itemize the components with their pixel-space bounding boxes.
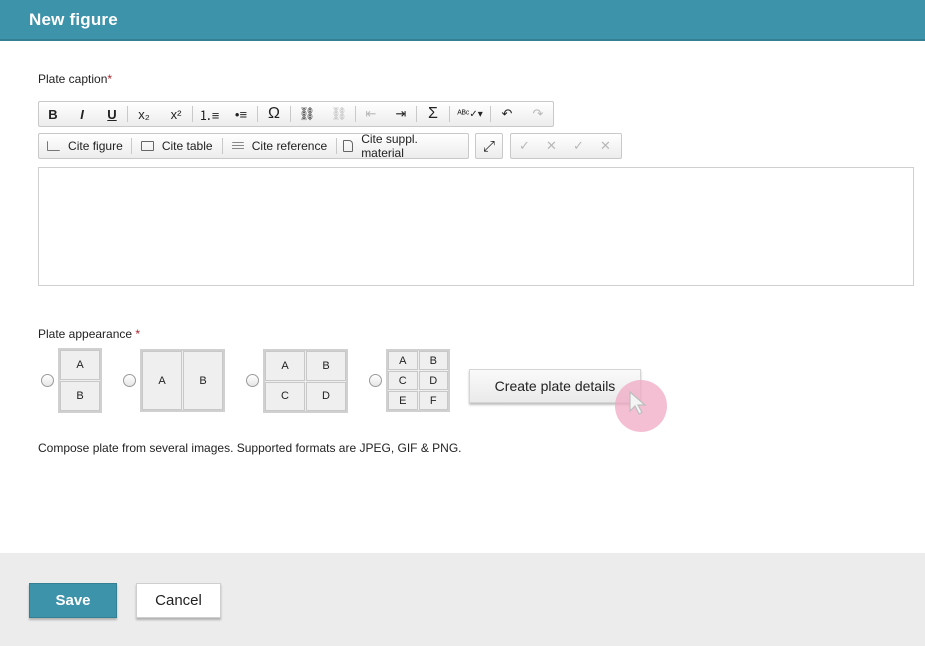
- undo-button[interactable]: ↶: [491, 102, 523, 126]
- reference-icon: [231, 142, 244, 150]
- layout-cell: A: [265, 351, 305, 381]
- spellcheck-button[interactable]: ᴬᴮᶜ✓▾: [450, 102, 490, 126]
- accept-change-button[interactable]: ✓: [511, 134, 538, 158]
- italic-icon: I: [80, 106, 84, 122]
- layout-cell: C: [388, 371, 418, 390]
- math-button[interactable]: Σ: [417, 102, 449, 126]
- dialog-title: New figure: [29, 10, 118, 29]
- cite-reference-button[interactable]: Cite reference: [223, 134, 337, 158]
- superscript-button[interactable]: x²: [160, 102, 192, 126]
- link-button[interactable]: ⛓: [291, 102, 323, 126]
- plate-caption-label: Plate caption*: [38, 72, 113, 86]
- save-button[interactable]: Save: [29, 583, 117, 618]
- chart-icon: [47, 141, 61, 151]
- layout-cell: B: [60, 381, 100, 411]
- layout-cell: A: [60, 350, 100, 380]
- numbered-list-button[interactable]: ⒈≡: [193, 102, 225, 126]
- layout-preview-3x2[interactable]: ABCDEF: [386, 349, 450, 412]
- cite-table-button[interactable]: Cite table: [132, 134, 222, 158]
- maximize-icon: ⤢: [482, 137, 495, 155]
- cite-figure-button[interactable]: Cite figure: [39, 134, 131, 158]
- document-icon: [343, 140, 354, 152]
- layout-cell: C: [265, 381, 305, 411]
- special-char-button[interactable]: Ω: [258, 102, 290, 126]
- layout-cell: A: [388, 351, 418, 370]
- formatting-toolbar: B I Ux₂ x² ⒈≡ •≡ Ω ⛓ ⛓ ⇤ ⇥ Σᴬᴮᶜ✓▾ ↶ ↷: [38, 101, 554, 127]
- layout-cell: D: [418, 371, 448, 390]
- bold-icon: B: [48, 106, 58, 122]
- layout-cell: B: [306, 351, 346, 381]
- accept-change-icon: ✓: [519, 138, 530, 153]
- reject-change-button[interactable]: ✕: [538, 134, 565, 158]
- layout-cell: D: [306, 381, 346, 411]
- layout-radio-4[interactable]: [369, 374, 382, 387]
- reject-change-icon: ✕: [546, 138, 557, 153]
- layout-cell: B: [418, 351, 448, 370]
- dialog-header: New figure: [0, 0, 925, 41]
- track-changes-toolbar: ✓ ✕ ✓ ✕: [510, 133, 622, 159]
- required-mark: *: [135, 327, 141, 341]
- caption-editor[interactable]: [38, 167, 914, 286]
- undo-icon: ↶: [501, 106, 513, 121]
- cite-toolbar: Cite figure Cite table Cite reference Ci…: [38, 132, 469, 160]
- mouse-cursor-icon: [629, 390, 647, 415]
- layout-cell: F: [418, 391, 448, 410]
- indent-icon: ⇥: [395, 106, 407, 121]
- spellcheck-icon: ᴬᴮᶜ✓▾: [457, 108, 483, 120]
- indent-button[interactable]: ⇥: [386, 102, 416, 126]
- plate-hint-text: Compose plate from several images. Suppo…: [38, 441, 462, 455]
- layout-preview-2-columns[interactable]: AB: [140, 349, 225, 412]
- bulleted-list-button[interactable]: •≡: [225, 102, 257, 126]
- layout-cell: A: [142, 351, 182, 410]
- redo-icon: ↷: [532, 106, 544, 121]
- plate-appearance-label: Plate appearance *: [38, 327, 141, 341]
- underline-icon: U: [107, 106, 117, 122]
- accept-all-icon: ✓: [573, 138, 584, 153]
- layout-radio-2[interactable]: [123, 374, 136, 387]
- subscript-button[interactable]: x₂: [128, 102, 160, 126]
- layout-radio-1[interactable]: [41, 374, 54, 387]
- cancel-button[interactable]: Cancel: [136, 583, 221, 618]
- numbered-list-icon: ⒈≡: [198, 107, 220, 123]
- italic-button[interactable]: I: [67, 102, 97, 126]
- accept-all-button[interactable]: ✓: [565, 134, 592, 158]
- math-icon: Σ: [428, 105, 438, 122]
- outdent-button[interactable]: ⇤: [356, 102, 386, 126]
- bulleted-list-icon: •≡: [234, 106, 248, 122]
- layout-preview-2-rows[interactable]: AB: [58, 348, 102, 413]
- bold-button[interactable]: B: [39, 102, 67, 126]
- layout-cell: B: [183, 351, 223, 410]
- reject-all-button[interactable]: ✕: [592, 134, 619, 158]
- special-char-icon: Ω: [268, 105, 280, 122]
- layout-preview-2x2[interactable]: ABCD: [263, 349, 348, 413]
- subscript-icon: x₂: [138, 106, 150, 122]
- cite-suppl-material-button[interactable]: Cite suppl. material: [337, 132, 468, 160]
- table-icon: [140, 141, 154, 151]
- layout-radio-3[interactable]: [246, 374, 259, 387]
- unlink-icon: ⛓: [330, 106, 348, 121]
- redo-button[interactable]: ↷: [523, 102, 553, 126]
- link-icon: ⛓: [298, 106, 316, 121]
- underline-button[interactable]: U: [97, 102, 127, 126]
- reject-all-icon: ✕: [600, 138, 611, 153]
- maximize-button[interactable]: ⤢: [476, 134, 502, 158]
- layout-cell: E: [388, 391, 418, 410]
- unlink-button[interactable]: ⛓: [323, 102, 355, 126]
- required-mark: *: [107, 72, 113, 86]
- superscript-icon: x²: [170, 106, 182, 122]
- outdent-icon: ⇤: [365, 106, 377, 121]
- maximize-toolbar: ⤢: [475, 133, 503, 159]
